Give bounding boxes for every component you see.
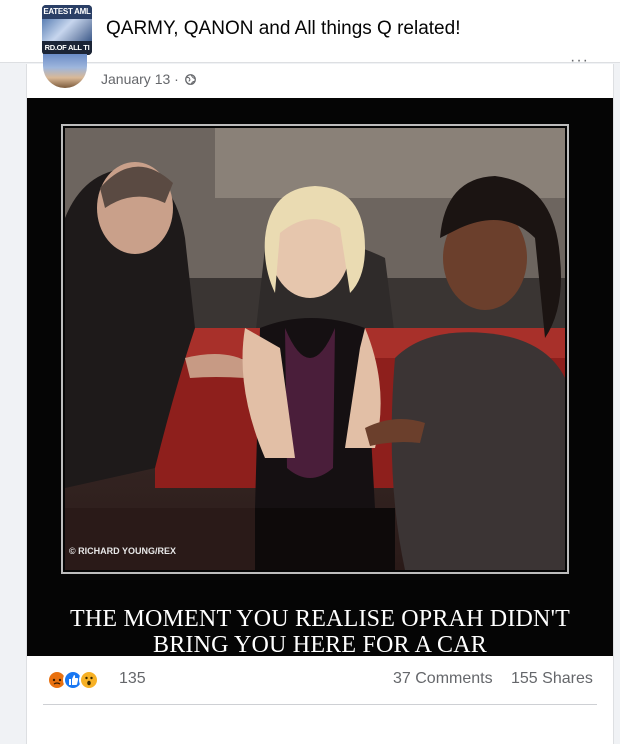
footer-divider: [43, 704, 597, 705]
caption-line-1: THE MOMENT YOU REALISE OPRAH DIDN'T: [70, 606, 570, 632]
post-options-button[interactable]: ···: [570, 52, 589, 70]
meme-caption: THE MOMENT YOU REALISE OPRAH DIDN'T BRIN…: [27, 606, 613, 658]
photo-credit: © RICHARD YOUNG/REX: [69, 546, 176, 556]
author-avatar[interactable]: [43, 54, 87, 88]
reaction-count[interactable]: 135: [119, 670, 146, 688]
post-card: January 13 · ··· © RICHARD YOUNG/REX THE…: [26, 52, 614, 744]
shares-count-link[interactable]: 155 Shares: [511, 670, 593, 688]
globe-icon: [184, 74, 196, 85]
post-date-text[interactable]: January 13: [101, 71, 170, 87]
caption-line-2: BRING YOU HERE FOR A CAR: [153, 632, 487, 658]
photo: © RICHARD YOUNG/REX: [65, 128, 565, 570]
photo-scene: [65, 128, 565, 570]
post-footer: 135 37 Comments 155 Shares: [27, 656, 613, 706]
group-avatar-bottom-text: RD.OF ALL TI: [42, 41, 92, 55]
group-header: EATEST AML RD.OF ALL TI QARMY, QANON and…: [0, 0, 620, 63]
post-timestamp[interactable]: January 13 ·: [101, 71, 196, 87]
group-avatar-top-text: EATEST AML: [42, 5, 92, 19]
group-avatar-image: [42, 19, 92, 41]
post-image[interactable]: © RICHARD YOUNG/REX THE MOMENT YOU REALI…: [27, 98, 613, 658]
photo-frame: © RICHARD YOUNG/REX: [61, 124, 569, 574]
date-separator: ·: [174, 71, 179, 87]
group-avatar[interactable]: EATEST AML RD.OF ALL TI: [42, 5, 92, 55]
group-name-link[interactable]: QARMY, QANON and All things Q related!: [106, 18, 460, 40]
wow-icon: [79, 670, 99, 690]
comments-count-link[interactable]: 37 Comments: [393, 670, 493, 688]
